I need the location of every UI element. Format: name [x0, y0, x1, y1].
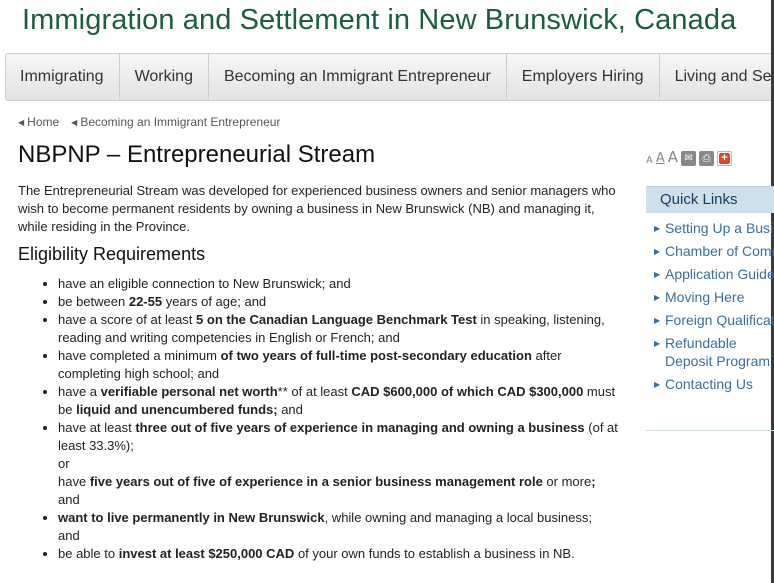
requirements-list: have an eligible connection to New Bruns… — [18, 275, 618, 563]
list-item: have completed a minimum of two years of… — [58, 347, 618, 383]
quick-link-refundable-deposit[interactable]: Refundable Deposit Program — [654, 334, 774, 370]
nav-item-working[interactable]: Working — [120, 54, 209, 100]
quick-link-chamber-of-commerce[interactable]: Chamber of Commerce — [654, 242, 774, 261]
site-title: Immigration and Settlement in New Brunsw… — [22, 4, 737, 36]
printer-icon[interactable]: ⎙ — [699, 151, 715, 166]
nav-item-immigrating[interactable]: Immigrating — [6, 54, 120, 100]
font-large-button[interactable]: A — [668, 148, 678, 166]
plus-icon[interactable] — [717, 151, 733, 166]
page-title: NBPNP – Entrepreneurial Stream — [18, 141, 376, 168]
caret-left-icon: ◀ — [71, 118, 78, 127]
caret-left-icon: ◀ — [18, 118, 25, 127]
list-item: have a verifiable personal net worth** o… — [58, 383, 618, 419]
list-item: have an eligible connection to New Bruns… — [58, 275, 618, 293]
breadcrumb: ◀ Home ◀ Becoming an Immigrant Entrepreneu… — [18, 115, 280, 129]
quick-link-application-guides[interactable]: Application Guides — [654, 265, 774, 284]
quick-link-foreign-qualifications[interactable]: Foreign Qualifications — [654, 311, 774, 330]
font-medium-button[interactable]: A — [656, 151, 665, 166]
list-item: have a score of at least 5 on the Canadi… — [58, 311, 618, 347]
quick-links-title: Quick Links — [646, 186, 774, 213]
section-heading: Eligibility Requirements — [18, 244, 206, 264]
envelope-icon[interactable]: ✉ — [681, 151, 697, 166]
list-item: have at least three out of five years of… — [58, 419, 618, 509]
quick-links-list: Setting Up a Business Chamber of Commerc… — [646, 213, 774, 431]
font-small-button[interactable]: A — [646, 155, 653, 166]
list-item: be between 22-55 years of age; and — [58, 293, 618, 311]
quick-link-setting-up-business[interactable]: Setting Up a Business — [654, 219, 774, 238]
page-tools: A A A ✉ ⎙ — [646, 148, 733, 166]
breadcrumb-entrepreneur[interactable]: ◀ Becoming an Immigrant Entrepreneur — [71, 115, 280, 129]
nav-item-entrepreneur[interactable]: Becoming an Immigrant Entrepreneur — [209, 54, 507, 100]
nav-item-living-settling[interactable]: Living and Settling — [660, 54, 771, 100]
quick-link-moving-here[interactable]: Moving Here — [654, 288, 774, 307]
intro-paragraph: The Entrepreneurial Stream was developed… — [18, 183, 616, 234]
quick-links-panel: Quick Links Setting Up a Business Chambe… — [646, 186, 774, 431]
breadcrumb-home[interactable]: ◀ Home — [18, 115, 59, 129]
main-nav: Immigrating Working Becoming an Immigran… — [5, 53, 771, 101]
list-item: be able to invest at least $250,000 CAD … — [58, 545, 618, 563]
quick-link-contacting-us[interactable]: Contacting Us — [654, 375, 774, 394]
nav-item-employers-hiring[interactable]: Employers Hiring — [507, 54, 660, 100]
list-item: want to live permanently in New Brunswic… — [58, 509, 618, 545]
